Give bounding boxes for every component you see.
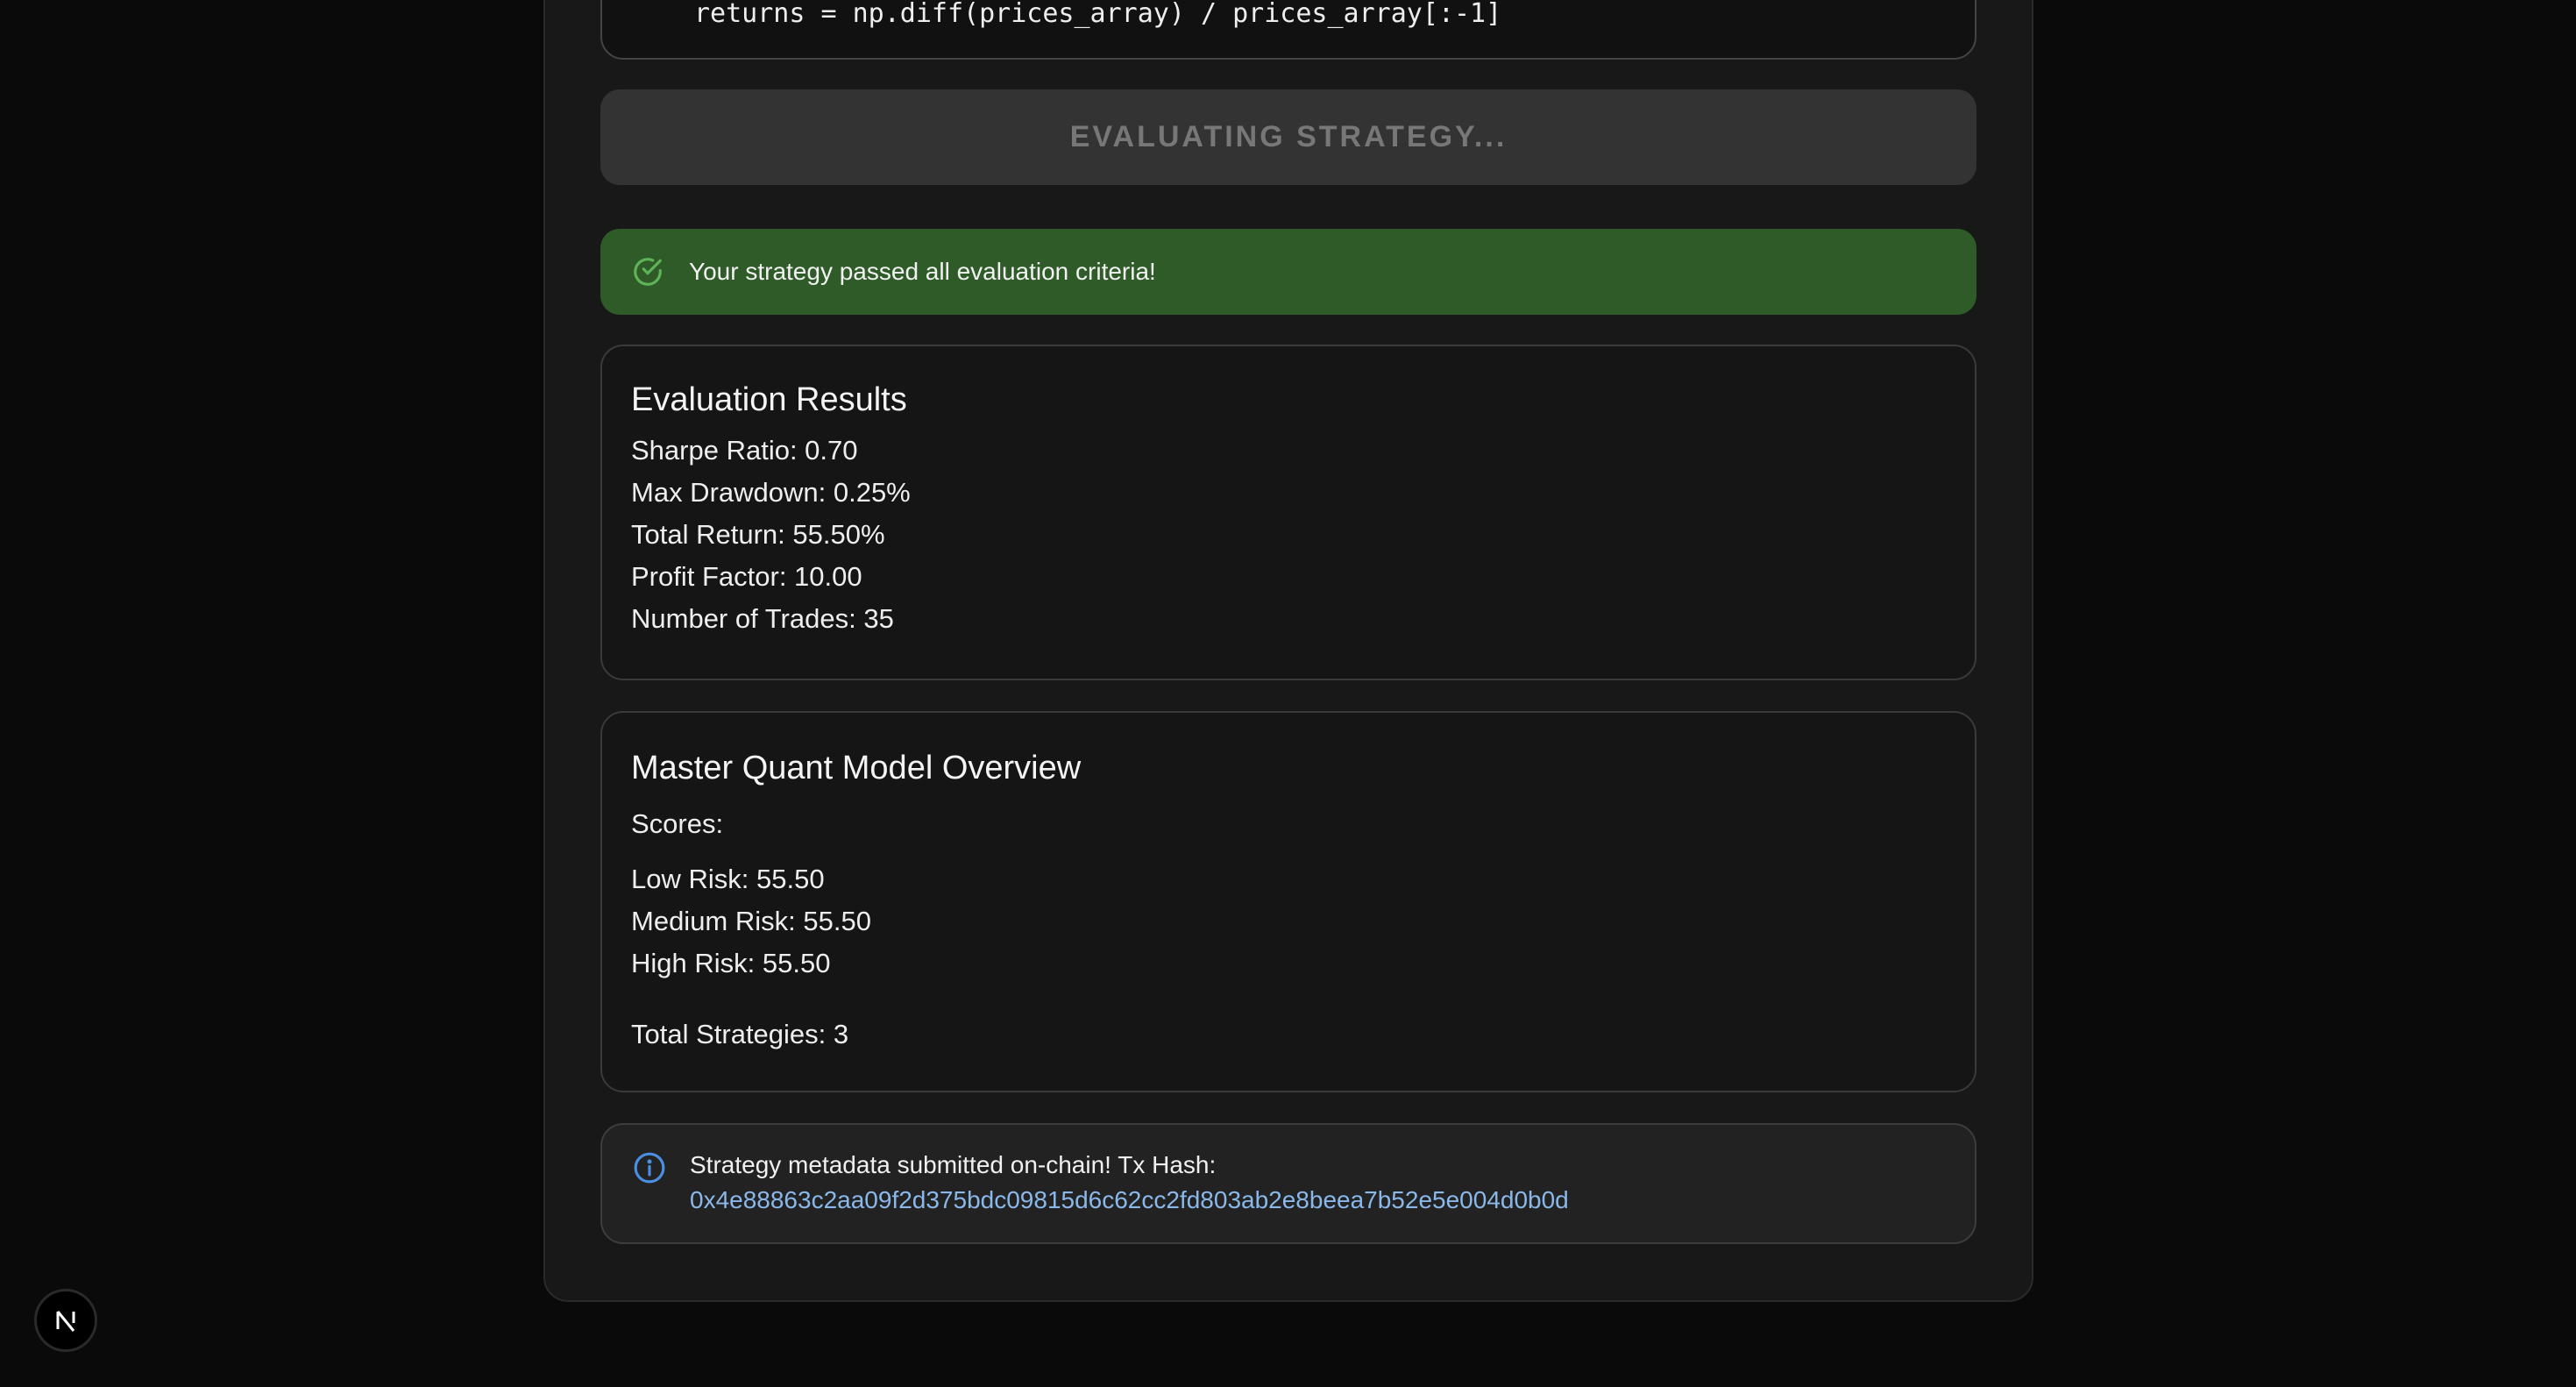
info-circle-icon [634,1152,665,1184]
number-of-trades: Number of Trades: 35 [631,603,894,634]
scores-label: Scores: [631,808,724,839]
max-drawdown: Max Drawdown: 0.25% [631,477,911,508]
check-circle-icon [634,258,662,286]
info-message: Strategy metadata submitted on-chain! Tx… [690,1151,1217,1178]
evaluation-results-card: Evaluation Results Sharpe Ratio: 0.70 Ma… [600,345,1976,680]
profit-factor: Profit Factor: 10.00 [631,561,862,592]
success-alert: Your strategy passed all evaluation crit… [600,229,1976,315]
tx-hash-link[interactable]: 0x4e88863c2aa09f2d375bdc09815d6c62cc2fd8… [690,1186,1569,1214]
total-return: Total Return: 55.50% [631,519,885,550]
master-model-title: Master Quant Model Overview [631,750,1082,786]
evaluate-strategy-button[interactable]: EVALUATING STRATEGY... [600,89,1976,185]
nextjs-dev-badge[interactable] [34,1289,97,1352]
code-line: returns = np.diff(prices_array) / prices… [694,0,1502,29]
total-strategies: Total Strategies: 3 [631,1019,849,1049]
master-model-card: Master Quant Model Overview Scores: Low … [600,711,1976,1092]
success-message: Your strategy passed all evaluation crit… [689,258,1156,285]
info-alert: Strategy metadata submitted on-chain! Tx… [600,1123,1976,1244]
high-risk-score: High Risk: 55.50 [631,948,831,978]
medium-risk-score: Medium Risk: 55.50 [631,906,871,936]
code-editor[interactable]: returns = np.diff(prices_array) / prices… [600,0,1976,60]
low-risk-score: Low Risk: 55.50 [631,864,825,894]
evaluation-results-title: Evaluation Results [631,381,907,418]
nextjs-logo-icon [56,1311,75,1332]
sharpe-ratio: Sharpe Ratio: 0.70 [631,435,858,466]
